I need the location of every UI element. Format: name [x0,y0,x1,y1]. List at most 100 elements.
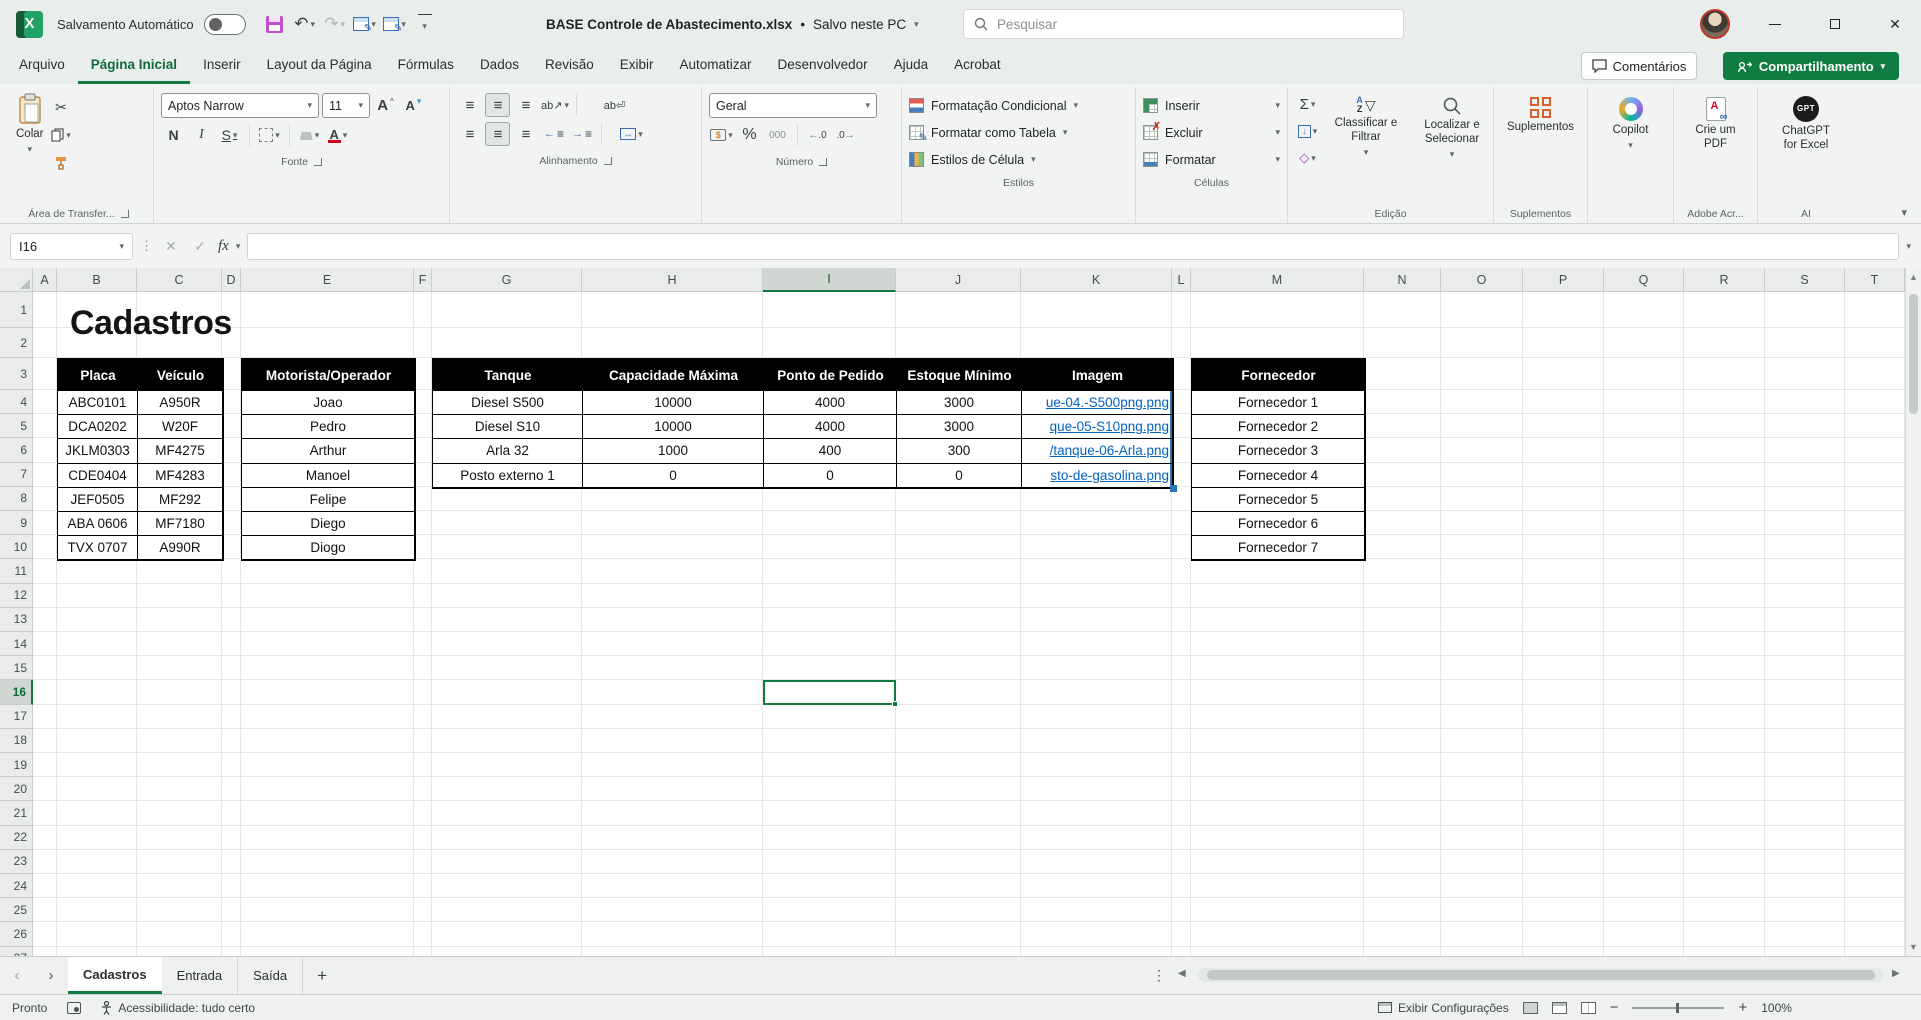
dialog-launcher-icon[interactable] [121,210,129,218]
conditional-formatting-button[interactable]: Formatação Condicional▾ [909,92,1128,119]
column-header-L[interactable]: L [1172,268,1191,292]
table-header-cell[interactable]: Motorista/Operador [242,359,415,391]
row-header-4[interactable]: 4 [0,390,33,414]
align-bottom-button[interactable]: ≡ [513,93,538,117]
table-cell[interactable]: ABA 0606 [58,512,138,536]
row-header-16[interactable]: 16 [0,680,33,704]
row-header-8[interactable]: 8 [0,487,33,511]
table-cell[interactable]: 0 [583,464,764,488]
row-header-11[interactable]: 11 [0,559,33,583]
sheet-tab-saída[interactable]: Saída [238,957,303,994]
row-header-14[interactable]: 14 [0,632,33,656]
orientation-button[interactable]: ab↗▾ [541,93,569,117]
restore-button[interactable] [1812,0,1858,48]
ribbon-tab-revis-o[interactable]: Revisão [532,48,607,84]
row-header-5[interactable]: 5 [0,414,33,438]
table-cell[interactable]: Diego [242,512,415,536]
enter-formula-button[interactable]: ✓ [189,238,211,255]
table-cell[interactable]: 10000 [583,415,764,439]
table-cell[interactable]: 4000 [764,391,897,415]
increase-font-button[interactable]: A^ [373,94,398,118]
table-cell[interactable]: 4000 [764,415,897,439]
italic-button[interactable]: I [189,123,214,147]
decrease-font-button[interactable]: A▾ [401,94,426,118]
ribbon-tab-f-rmulas[interactable]: Fórmulas [385,48,467,84]
row-header-15[interactable]: 15 [0,656,33,680]
row-header-20[interactable]: 20 [0,777,33,801]
ribbon-tab-inserir[interactable]: Inserir [190,48,254,84]
column-header-A[interactable]: A [33,268,57,292]
table-cell[interactable]: Arthur [242,439,415,463]
row-header-22[interactable]: 22 [0,826,33,850]
table-header-cell[interactable]: Capacidade Máxima [583,359,764,391]
table-cell[interactable]: A950R [138,391,223,415]
page-break-view-icon[interactable] [1581,1002,1596,1014]
table-cell[interactable]: Felipe [242,488,415,512]
zoom-slider[interactable] [1632,1007,1724,1009]
autosave-toggle[interactable] [204,14,246,35]
column-header-C[interactable]: C [137,268,222,292]
table-cell[interactable]: 300 [897,439,1022,463]
row-header-26[interactable]: 26 [0,922,33,946]
image-link-cell[interactable]: que-05-S10png.png [1022,415,1173,439]
number-format-select[interactable]: Geral▾ [709,93,877,118]
row-header-25[interactable]: 25 [0,898,33,922]
table-cell[interactable]: Fornecedor 6 [1192,512,1365,536]
table-header-cell[interactable]: Tanque [433,359,583,391]
format-painter-button[interactable] [48,151,73,175]
image-link-cell[interactable]: sto-de-gasolina.png [1022,464,1173,488]
table-cell[interactable]: 3000 [897,415,1022,439]
next-sheet-icon[interactable]: › [34,957,68,994]
dialog-launcher-icon[interactable] [314,158,322,166]
table-cell[interactable]: W20F [138,415,223,439]
table-cell[interactable]: 3000 [897,391,1022,415]
clear-button[interactable]: ◇▾ [1295,146,1320,170]
excel-app-icon[interactable] [16,11,43,38]
column-header-B[interactable]: B [57,268,137,292]
row-header-12[interactable]: 12 [0,584,33,608]
table-cell[interactable]: Fornecedor 7 [1192,536,1365,560]
column-header-K[interactable]: K [1021,268,1172,292]
ribbon-tab-exibir[interactable]: Exibir [607,48,667,84]
table-cell[interactable]: Diesel S10 [433,415,583,439]
fill-handle[interactable] [892,701,898,707]
selected-cell[interactable] [763,680,896,704]
delete-cells-button[interactable]: Excluir▾ [1143,119,1280,146]
add-sheet-button[interactable]: + [303,957,341,994]
table-cell[interactable]: Posto externo 1 [433,464,583,488]
create-pdf-button[interactable]: Crie um PDF [1684,89,1748,156]
column-header-Q[interactable]: Q [1604,268,1684,292]
sort-filter-button[interactable]: AZ▽ Classificar e Filtrar ▾ [1326,92,1406,161]
minimize-button[interactable] [1752,0,1798,48]
format-as-table-button[interactable]: Formatar como Tabela▾ [909,119,1128,146]
dialog-launcher-icon[interactable] [604,157,612,165]
zoom-in-button[interactable]: + [1738,999,1747,1016]
table-cell[interactable]: 1000 [583,439,764,463]
wrap-text-button[interactable]: ab⏎ [602,93,627,117]
autosum-button[interactable]: Σ▾ [1295,92,1320,116]
customize-quick-access-button[interactable]: ▾ [410,8,440,40]
row-header-9[interactable]: 9 [0,511,33,535]
table-cell[interactable]: TVX 0707 [58,536,138,560]
undo-button[interactable]: ↶▾ [290,8,320,40]
column-header-S[interactable]: S [1765,268,1845,292]
format-cells-button[interactable]: Formatar▾ [1143,146,1280,173]
addins-button[interactable]: Suplementos [1502,89,1579,139]
accessibility-status[interactable]: Acessibilidade: tudo certo [101,1001,255,1015]
table-cell[interactable]: 0 [764,464,897,488]
collapse-ribbon-icon[interactable]: ▾ [1901,206,1907,219]
row-header-3[interactable]: 3 [0,358,33,390]
dialog-launcher-icon[interactable] [819,158,827,166]
table-cell[interactable]: MF4283 [138,464,223,488]
cut-button[interactable]: ✂ [48,95,73,119]
expand-formula-bar-icon[interactable]: ▾ [1906,242,1911,251]
copy-button[interactable]: ▾ [48,123,73,147]
align-right-button[interactable]: ≡ [513,122,538,146]
table-header-cell[interactable]: Placa [58,359,138,391]
row-header-18[interactable]: 18 [0,729,33,753]
decrease-decimal-button[interactable]: .0→ [833,123,858,147]
table-cell[interactable]: MF292 [138,488,223,512]
table-cell[interactable]: Diogo [242,536,415,560]
row-header-13[interactable]: 13 [0,608,33,632]
column-header-P[interactable]: P [1523,268,1604,292]
